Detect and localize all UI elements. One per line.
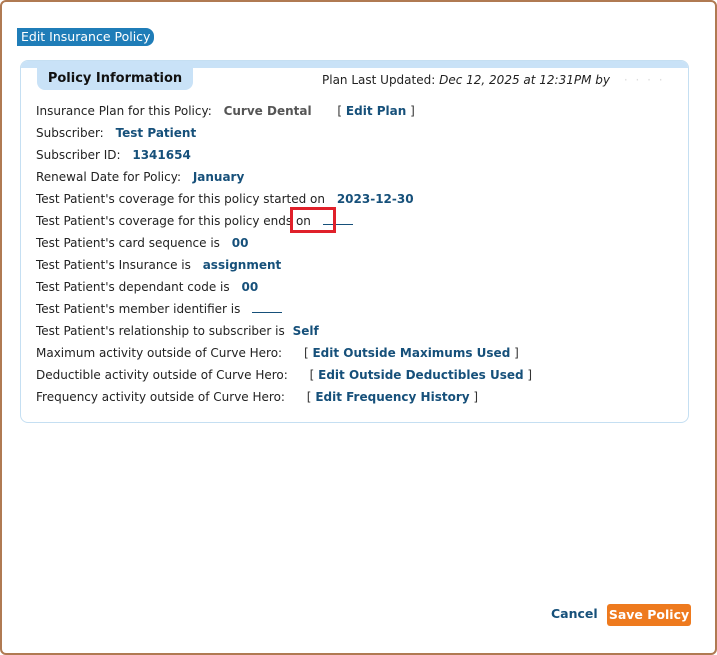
insurance-value[interactable]: assignment xyxy=(203,258,282,272)
dependant-value[interactable]: 00 xyxy=(241,280,258,294)
edit-frequency-history-link[interactable]: Edit Frequency History xyxy=(315,390,469,404)
row-relationship: Test Patient's relationship to subscribe… xyxy=(36,322,319,340)
last-updated-label: Plan Last Updated: xyxy=(322,73,436,87)
renewal-label: Renewal Date for Policy: xyxy=(36,170,181,184)
cancel-button[interactable]: Cancel xyxy=(551,606,598,621)
card-seq-label: Test Patient's card sequence is xyxy=(36,236,220,250)
policy-info-panel: Policy Information Plan Last Updated: De… xyxy=(20,60,689,423)
highlight-annotation-box xyxy=(290,207,336,233)
dialog-title: Edit Insurance Policy xyxy=(17,28,155,46)
save-policy-button[interactable]: Save Policy xyxy=(607,604,691,626)
renewal-value[interactable]: January xyxy=(193,170,245,184)
relationship-label: Test Patient's relationship to subscribe… xyxy=(36,324,285,338)
panel-header-bar xyxy=(21,61,688,68)
row-subscriber: Subscriber: Test Patient xyxy=(36,124,196,142)
insurance-label: Test Patient's Insurance is xyxy=(36,258,191,272)
member-identifier-field[interactable] xyxy=(252,301,283,313)
row-outside-maximums: Maximum activity outside of Curve Hero: … xyxy=(36,346,519,360)
freq-label: Frequency activity outside of Curve Hero… xyxy=(36,390,285,404)
subscriber-value[interactable]: Test Patient xyxy=(116,126,197,140)
start-label: Test Patient's coverage for this policy … xyxy=(36,192,325,206)
row-card-sequence: Test Patient's card sequence is 00 xyxy=(36,234,248,252)
subscriber-id-label: Subscriber ID: xyxy=(36,148,121,162)
section-tab-policy-information: Policy Information xyxy=(37,68,193,90)
row-renewal-date: Renewal Date for Policy: January xyxy=(36,168,244,186)
end-label: Test Patient's coverage for this policy … xyxy=(36,214,311,228)
plan-value: Curve Dental xyxy=(223,104,312,118)
max-label: Maximum activity outside of Curve Hero: xyxy=(36,346,283,360)
row-insurance-plan: Insurance Plan for this Policy: Curve De… xyxy=(36,104,415,118)
row-dependant-code: Test Patient's dependant code is 00 xyxy=(36,278,258,296)
row-member-identifier: Test Patient's member identifier is xyxy=(36,300,283,318)
start-value[interactable]: 2023-12-30 xyxy=(337,192,414,206)
last-updated: Plan Last Updated: Dec 12, 2025 at 12:31… xyxy=(322,73,665,87)
deduct-label: Deductible activity outside of Curve Her… xyxy=(36,368,288,382)
card-seq-value[interactable]: 00 xyxy=(232,236,249,250)
row-outside-deductibles: Deductible activity outside of Curve Her… xyxy=(36,368,533,382)
edit-outside-deductibles-link[interactable]: Edit Outside Deductibles Used xyxy=(318,368,523,382)
edit-outside-maximums-link[interactable]: Edit Outside Maximums Used xyxy=(312,346,510,360)
last-updated-value: Dec 12, 2025 at 12:31PM by xyxy=(439,73,610,87)
edit-plan-link[interactable]: Edit Plan xyxy=(346,104,406,118)
subscriber-label: Subscriber: xyxy=(36,126,104,140)
member-label: Test Patient's member identifier is xyxy=(36,302,241,316)
redacted-user: · · · · xyxy=(623,73,665,87)
relationship-value[interactable]: Self xyxy=(293,324,319,338)
row-frequency-history: Frequency activity outside of Curve Hero… xyxy=(36,390,479,404)
row-subscriber-id: Subscriber ID: 1341654 xyxy=(36,146,191,164)
row-coverage-start: Test Patient's coverage for this policy … xyxy=(36,190,414,208)
plan-label: Insurance Plan for this Policy: xyxy=(36,104,212,118)
dependant-label: Test Patient's dependant code is xyxy=(36,280,230,294)
row-insurance-type: Test Patient's Insurance is assignment xyxy=(36,256,281,274)
subscriber-id-value[interactable]: 1341654 xyxy=(132,148,190,162)
